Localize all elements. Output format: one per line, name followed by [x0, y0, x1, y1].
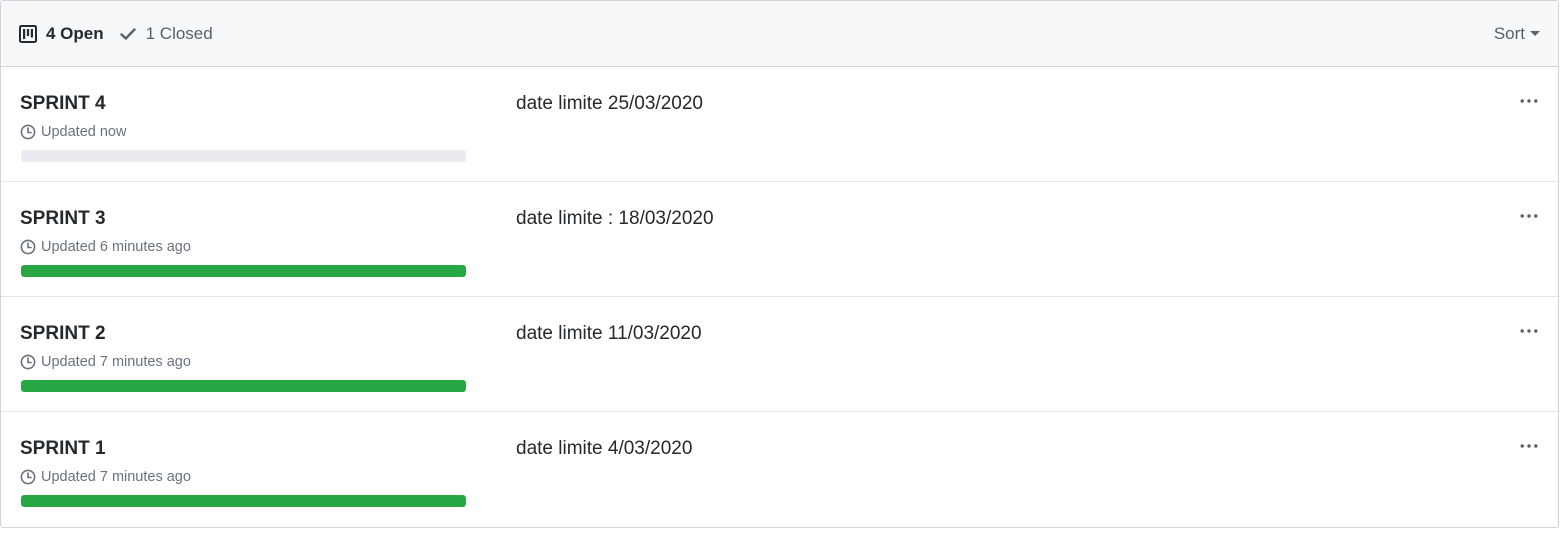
progress-bar	[21, 265, 466, 277]
project-updated: Updated 6 minutes ago	[20, 239, 191, 255]
project-updated: Updated now	[20, 124, 126, 140]
project-board-icon	[19, 24, 37, 43]
progress-bar	[21, 150, 466, 162]
sort-dropdown[interactable]: Sort	[1494, 24, 1540, 44]
clock-icon	[20, 354, 36, 370]
project-description: date limite 4/03/2020	[516, 438, 693, 459]
project-description: date limite : 18/03/2020	[516, 208, 714, 229]
project-row: SPRINT 1 Updated 7 minutes ago date limite…	[1, 412, 1558, 527]
kebab-horizontal-icon[interactable]	[1518, 208, 1540, 224]
projects-list: 4 Open 1 Closed Sort SPRINT 4 Updated now…	[0, 0, 1559, 528]
open-count-label: 4 Open	[46, 23, 104, 43]
kebab-horizontal-icon[interactable]	[1518, 438, 1540, 454]
clock-icon	[20, 239, 36, 255]
progress-bar-fill	[21, 380, 466, 392]
updated-label: Updated 7 minutes ago	[41, 354, 191, 370]
sort-label: Sort	[1493, 23, 1525, 43]
clock-icon	[20, 469, 36, 485]
updated-label: Updated now	[41, 124, 127, 140]
closed-count-label: 1 Closed	[145, 23, 213, 43]
updated-label: Updated 7 minutes ago	[41, 469, 191, 485]
project-row: SPRINT 4 Updated now date limite 25/03/202…	[1, 67, 1558, 182]
progress-bar-fill	[21, 265, 466, 277]
project-updated: Updated 7 minutes ago	[20, 354, 191, 370]
open-filter-link[interactable]: 4 Open	[19, 24, 104, 44]
clock-icon	[20, 124, 36, 140]
project-title-link[interactable]: SPRINT 2	[20, 323, 106, 345]
project-description: date limite 11/03/2020	[516, 323, 702, 344]
updated-label: Updated 6 minutes ago	[41, 239, 191, 255]
project-title-link[interactable]: SPRINT 3	[20, 208, 106, 230]
project-updated: Updated 7 minutes ago	[20, 469, 191, 485]
kebab-horizontal-icon[interactable]	[1518, 323, 1540, 339]
project-description: date limite 25/03/2020	[516, 93, 703, 114]
caret-down-icon	[1530, 31, 1540, 36]
check-icon	[119, 27, 136, 41]
kebab-horizontal-icon[interactable]	[1518, 93, 1540, 109]
closed-filter-link[interactable]: 1 Closed	[119, 23, 213, 44]
progress-bar-fill	[21, 495, 466, 507]
project-row: SPRINT 3 Updated 6 minutes ago date limite…	[1, 182, 1558, 297]
project-title-link[interactable]: SPRINT 1	[20, 438, 106, 460]
progress-bar	[21, 380, 466, 392]
project-title-link[interactable]: SPRINT 4	[20, 93, 106, 115]
project-row: SPRINT 2 Updated 7 minutes ago date limite…	[1, 297, 1558, 412]
projects-header: 4 Open 1 Closed Sort	[1, 1, 1558, 67]
progress-bar	[21, 495, 466, 507]
